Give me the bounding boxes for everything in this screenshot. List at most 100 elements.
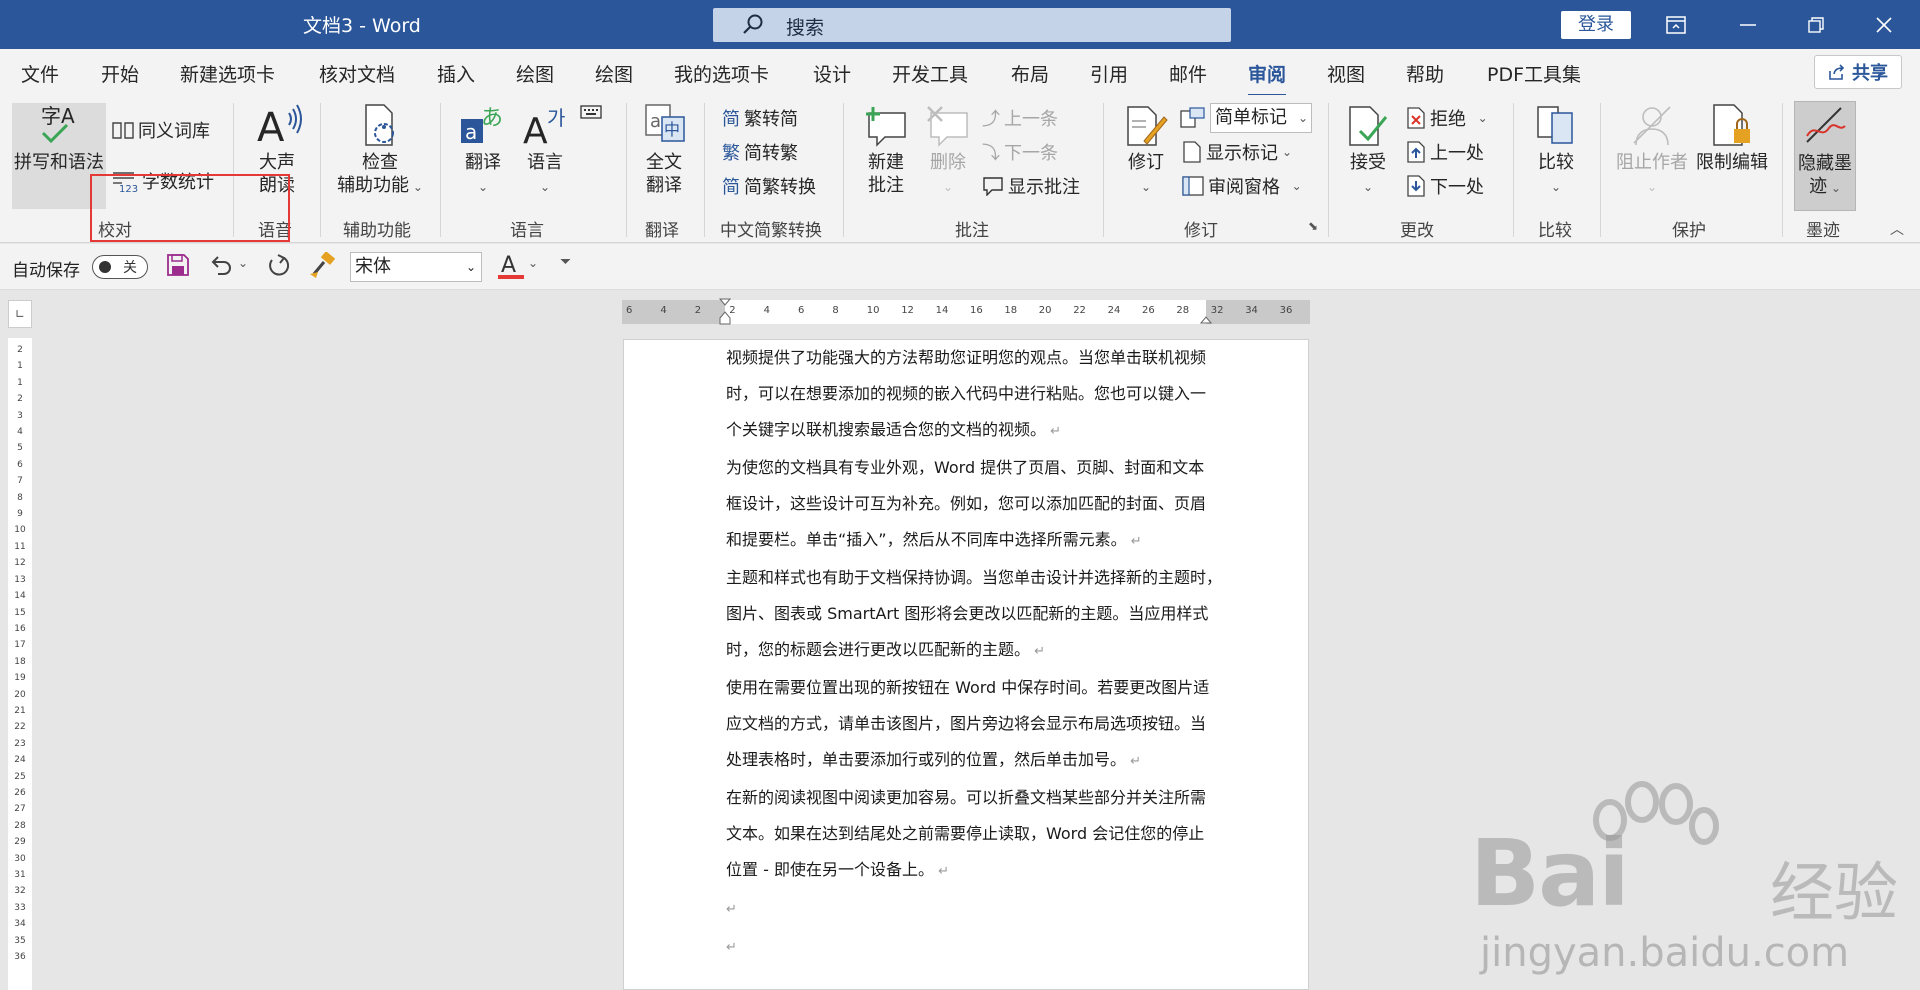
tab-check[interactable]: 核对文档 xyxy=(319,60,395,87)
thesaurus-button[interactable]: 同义词库 xyxy=(112,117,210,143)
line-text: 文本。如果在达到结尾处之前需要停止读取，Word 会记住您的停止 xyxy=(726,824,1205,843)
tab-selector-icon[interactable]: ∟ xyxy=(8,300,32,328)
tab-draw-1[interactable]: 绘图 xyxy=(516,60,554,87)
tab-insert[interactable]: 插入 xyxy=(437,60,475,87)
format-painter-icon[interactable] xyxy=(308,252,336,280)
show-comments-button[interactable]: 显示批注 xyxy=(982,173,1080,199)
block-authors-button[interactable]: 阻止作者 ⌄ xyxy=(1612,103,1692,199)
compare-button[interactable]: 比较 ⌄ xyxy=(1526,103,1586,199)
ruler-tick-label: 36 xyxy=(1279,305,1293,316)
restrict-editing-icon xyxy=(1713,104,1750,146)
tab-review[interactable]: 审阅 xyxy=(1248,60,1287,97)
title-bar: 文档3 - Word 搜索 登录 xyxy=(0,0,1920,49)
redo-icon[interactable] xyxy=(264,252,292,280)
translate-button[interactable]: aあ 翻译 ⌄ xyxy=(450,103,516,199)
undo-icon[interactable] xyxy=(208,252,234,278)
restore-icon[interactable] xyxy=(1788,0,1844,49)
right-indent-marker-icon[interactable] xyxy=(1200,312,1212,324)
tab-design[interactable]: 设计 xyxy=(813,60,851,87)
hide-ink-button[interactable]: 隐藏墨 迹 ⌄ xyxy=(1794,101,1856,211)
previous-change-button[interactable]: 上一处 xyxy=(1406,139,1484,165)
language-button[interactable]: A가 语言 ⌄ xyxy=(515,103,575,199)
document-line[interactable]: 框设计，这些设计可互为补充。例如，您可以添加匹配的封面、页眉 xyxy=(726,486,1226,522)
save-icon[interactable] xyxy=(166,252,190,278)
document-line[interactable]: 位置 - 即使在另一个设备上。 ↵ xyxy=(726,852,1226,890)
document-line[interactable]: 主题和样式也有助于文档保持协调。当您单击设计并选择新的主题时， xyxy=(726,560,1226,596)
document-line[interactable]: 应文档的方式，请单击该图片，图片旁边将会显示布局选项按钮。当 xyxy=(726,706,1226,742)
document-line[interactable]: 使用在需要位置出现的新按钮在 Word 中保存时间。若要更改图片适 xyxy=(726,670,1226,706)
delete-comment-button[interactable]: 删除 ⌄ xyxy=(918,103,978,199)
tracking-dialog-launcher-icon[interactable]: ⬊ xyxy=(1308,219,1318,233)
traditional-to-simplified-button[interactable]: 简 繁转简 xyxy=(722,105,798,131)
document-line[interactable]: 个关键字以联机搜索最适合您的文档的视频。 ↵ xyxy=(726,412,1226,450)
font-name-select[interactable]: 宋体 ⌄ xyxy=(350,252,482,282)
check-accessibility-button[interactable]: 检查 辅助功能 ⌄ xyxy=(330,103,430,199)
full-translate-button[interactable]: a中 全文 翻译 xyxy=(636,103,692,197)
tab-new[interactable]: 新建选项卡 xyxy=(180,60,275,87)
track-changes-button[interactable]: 修订 ⌄ xyxy=(1118,103,1174,199)
ruler-tick-label: 35 xyxy=(14,935,26,946)
document-line[interactable]: 视频提供了功能强大的方法帮助您证明您的观点。当您单击联机视频 xyxy=(726,340,1226,376)
tab-help[interactable]: 帮助 xyxy=(1406,60,1444,87)
tab-draw-2[interactable]: 绘图 xyxy=(595,60,633,87)
separator xyxy=(704,103,705,237)
simplified-to-traditional-button[interactable]: 繁 简转繁 xyxy=(722,139,798,165)
separator xyxy=(626,103,627,237)
next-change-button[interactable]: 下一处 xyxy=(1406,173,1484,199)
horizontal-ruler[interactable]: 6 4 2 2 4 6 8 10 12 14 16 18 20 22 24 26 28 32 34 36 xyxy=(622,298,1310,326)
document-line[interactable]: 处理表格时，单击要添加行或列的位置，然后单击加号。 ↵ xyxy=(726,742,1226,780)
ruler-tick-label: 18 xyxy=(1004,305,1018,316)
login-button[interactable]: 登录 xyxy=(1561,11,1631,39)
accept-button[interactable]: 接受 ⌄ xyxy=(1340,103,1396,199)
show-markup-button[interactable]: 显示标记 ⌄ xyxy=(1182,139,1292,165)
tab-mailings[interactable]: 邮件 xyxy=(1169,60,1207,87)
t2s-label: 繁转简 xyxy=(744,109,798,130)
show-markup-label: 显示标记 xyxy=(1206,143,1278,164)
reject-button[interactable]: 拒绝 ⌄ xyxy=(1406,105,1488,131)
document-line[interactable]: 时，可以在想要添加的视频的嵌入代码中进行粘贴。您也可以键入一 xyxy=(726,376,1226,412)
hide-ink-label-2: 迹 xyxy=(1809,176,1828,197)
tab-layout[interactable]: 布局 xyxy=(1011,60,1049,87)
search-box[interactable]: 搜索 xyxy=(713,8,1231,42)
document-line[interactable]: 时，您的标题会进行更改以匹配新的主题。 ↵ xyxy=(726,632,1226,670)
next-comment-button[interactable]: ⤵ 下一条 xyxy=(982,139,1058,165)
baidu-watermark: Bai 经验 jingyan.baidu.com xyxy=(1470,780,1910,980)
ruler-tick-label: 26 xyxy=(14,787,26,798)
tab-references[interactable]: 引用 xyxy=(1090,60,1128,87)
first-line-indent-marker-icon[interactable] xyxy=(719,298,731,326)
customize-qat-icon[interactable]: ⏷ xyxy=(560,254,571,270)
ribbon-display-options-icon[interactable] xyxy=(1648,0,1704,49)
tab-developer[interactable]: 开发工具 xyxy=(892,60,968,87)
document-line[interactable]: ↵ xyxy=(726,890,1226,928)
autosave-toggle[interactable]: 关 xyxy=(92,255,148,279)
document-line[interactable]: ↵ xyxy=(726,928,1226,966)
reviewing-pane-button[interactable]: 审阅窗格 ⌄ xyxy=(1182,173,1302,199)
share-button[interactable]: 共享 xyxy=(1814,55,1902,89)
tab-view[interactable]: 视图 xyxy=(1327,60,1365,87)
vertical-ruler[interactable]: 2 1 1 2 3 4 5 6 7 8 9 10 11 12 13 14 15 16 17 18 19 20 21 22 23 2… xyxy=(8,338,32,990)
tab-file[interactable]: 文件 xyxy=(21,60,59,87)
tab-custom[interactable]: 我的选项卡 xyxy=(674,60,769,87)
document-line[interactable]: 图片、图表或 SmartArt 图形将会更改以匹配新的主题。当应用样式 xyxy=(726,596,1226,632)
restrict-editing-button[interactable]: 限制编辑 xyxy=(1692,103,1772,174)
close-icon[interactable] xyxy=(1856,0,1912,49)
previous-comment-button[interactable]: ⤴ 上一条 xyxy=(982,105,1058,131)
chinese-conversion-button[interactable]: 简 简繁转换 xyxy=(722,173,816,199)
minimize-icon[interactable] xyxy=(1720,0,1776,49)
ruler-tick-label: 20 xyxy=(1038,305,1052,316)
document-line[interactable]: 为使您的文档具有专业外观，Word 提供了页眉、页脚、封面和文本 xyxy=(726,450,1226,486)
document-body[interactable]: 视频提供了功能强大的方法帮助您证明您的观点。当您单击联机视频 时，可以在想要添加的… xyxy=(726,340,1226,966)
document-line[interactable]: 在新的阅读视图中阅读更加容易。可以折叠文档某些部分并关注所需 xyxy=(726,780,1226,816)
markup-select[interactable]: 简单标记 ⌄ xyxy=(1180,103,1312,133)
tab-pdf[interactable]: PDF工具集 xyxy=(1487,60,1581,87)
font-color-icon[interactable]: A xyxy=(498,252,524,280)
collapse-ribbon-icon[interactable]: ︿ xyxy=(1890,219,1904,239)
document-line[interactable]: 文本。如果在达到结尾处之前需要停止读取，Word 会记住您的停止 xyxy=(726,816,1226,852)
markup-select-box[interactable]: 简单标记 ⌄ xyxy=(1210,103,1312,133)
undo-dropdown-icon[interactable]: ⌄ xyxy=(238,256,248,270)
new-comment-button[interactable]: 新建 批注 xyxy=(856,103,916,197)
keyboard-icon[interactable] xyxy=(580,105,602,119)
document-line[interactable]: 和提要栏。单击“插入”，然后从不同库中选择所需元素。 ↵ xyxy=(726,522,1226,560)
tab-home[interactable]: 开始 xyxy=(101,60,139,87)
font-color-dropdown-icon[interactable]: ⌄ xyxy=(528,256,538,270)
